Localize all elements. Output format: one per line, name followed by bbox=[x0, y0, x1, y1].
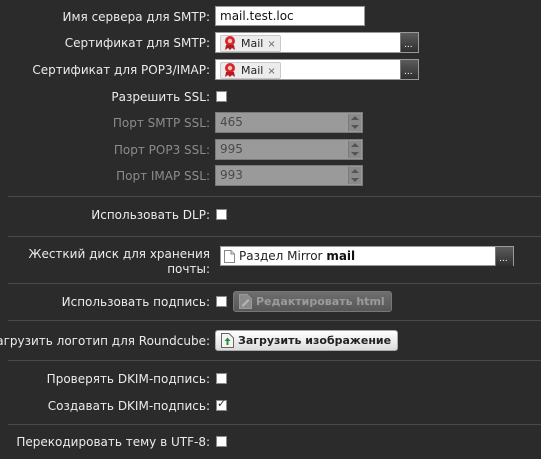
upload-icon bbox=[221, 333, 234, 348]
divider bbox=[8, 320, 541, 321]
upload-image-button[interactable]: Загрузить изображение bbox=[215, 330, 399, 351]
utf8-checkbox[interactable] bbox=[216, 436, 227, 447]
dkim-create-checkbox[interactable]: ✓ bbox=[216, 397, 227, 411]
smtp-ssl-port-row: Порт SMTP SSL: 465 bbox=[0, 112, 541, 134]
divider bbox=[8, 196, 541, 197]
divider bbox=[8, 424, 541, 425]
dots-icon: ... bbox=[404, 67, 413, 77]
signature-label: Использовать подпись: bbox=[61, 295, 210, 309]
dkim-create-label: Создавать DKIM-подпись: bbox=[47, 399, 210, 413]
storage-value-name: mail bbox=[326, 249, 356, 263]
divider bbox=[8, 283, 541, 284]
edit-html-button[interactable]: Редактировать html bbox=[233, 291, 392, 312]
signature-row: Использовать подпись: Редактировать html bbox=[0, 291, 541, 313]
remove-icon[interactable]: × bbox=[267, 66, 275, 77]
logo-label: Загрузить логотип для Roundcube: bbox=[0, 334, 210, 348]
pop-cert-label: Сертификат для POP3/IMAP: bbox=[32, 63, 210, 77]
arrow-up-icon[interactable] bbox=[351, 116, 359, 120]
imap-ssl-port-value: 993 bbox=[220, 168, 243, 182]
utf8-row: Перекодировать тему в UTF-8: bbox=[0, 433, 541, 453]
dots-icon: ... bbox=[499, 254, 508, 264]
certificate-icon bbox=[225, 63, 235, 77]
storage-browse-button[interactable]: ... bbox=[495, 247, 513, 266]
pop-ssl-port-row: Порт POP3 SSL: 995 bbox=[0, 139, 541, 161]
imap-ssl-port-label: Порт IMAP SSL: bbox=[116, 169, 210, 183]
divider bbox=[8, 236, 541, 237]
ssl-label: Разрешить SSL: bbox=[111, 90, 210, 104]
certificate-icon bbox=[225, 36, 235, 50]
utf8-label: Перекодировать тему в UTF-8: bbox=[16, 435, 210, 449]
dkim-verify-row: Проверять DKIM-подпись: bbox=[0, 370, 541, 390]
pop-cert-tag-label: Mail bbox=[241, 64, 264, 77]
arrow-down-icon[interactable] bbox=[351, 178, 359, 182]
ssl-row: Разрешить SSL: bbox=[0, 88, 541, 108]
ssl-checkbox[interactable] bbox=[216, 91, 227, 102]
upload-image-label: Загрузить изображение bbox=[238, 334, 392, 347]
pop-cert-field[interactable]: Mail × ... bbox=[215, 59, 419, 80]
dlp-checkbox[interactable] bbox=[216, 209, 227, 220]
smtp-cert-browse-button[interactable]: ... bbox=[400, 33, 418, 52]
pop-ssl-port-input[interactable]: 995 bbox=[215, 139, 363, 160]
smtp-ssl-port-label: Порт SMTP SSL: bbox=[112, 116, 210, 130]
checkmark-icon: ✓ bbox=[217, 397, 227, 410]
dlp-label: Использовать DLP: bbox=[91, 208, 210, 222]
dkim-create-row: Создавать DKIM-подпись: ✓ bbox=[0, 397, 541, 417]
smtp-cert-label: Сертификат для SMTP: bbox=[64, 36, 210, 50]
smtp-cert-tag: Mail × bbox=[220, 35, 281, 52]
dkim-verify-checkbox[interactable] bbox=[216, 373, 227, 384]
dlp-row: Использовать DLP: bbox=[0, 206, 541, 226]
arrow-down-icon[interactable] bbox=[351, 152, 359, 156]
pop-ssl-port-value: 995 bbox=[220, 142, 243, 156]
smtp-ssl-port-value: 465 bbox=[220, 115, 243, 129]
pop-ssl-port-label: Порт POP3 SSL: bbox=[113, 143, 210, 157]
smtp-server-label: Имя сервера для SMTP: bbox=[62, 10, 210, 24]
smtp-server-input[interactable]: mail.test.loc bbox=[215, 6, 365, 26]
smtp-ssl-port-input[interactable]: 465 bbox=[215, 112, 363, 133]
pop-cert-tag: Mail × bbox=[220, 62, 281, 79]
pop-cert-row: Сертификат для POP3/IMAP: Mail × ... bbox=[0, 59, 541, 81]
smtp-cert-field[interactable]: Mail × ... bbox=[215, 32, 419, 53]
storage-label: Жесткий диск для хранения почты: bbox=[28, 247, 210, 276]
document-icon bbox=[224, 250, 235, 263]
edit-icon bbox=[239, 294, 252, 309]
arrow-up-icon[interactable] bbox=[351, 143, 359, 147]
dkim-verify-label: Проверять DKIM-подпись: bbox=[46, 372, 210, 386]
storage-value-prefix: Раздел Mirror bbox=[239, 249, 327, 263]
dots-icon: ... bbox=[404, 40, 413, 50]
imap-ssl-port-input[interactable]: 993 bbox=[215, 165, 363, 186]
remove-icon[interactable]: × bbox=[267, 39, 275, 50]
imap-ssl-port-row: Порт IMAP SSL: 993 bbox=[0, 165, 541, 187]
arrow-down-icon[interactable] bbox=[351, 125, 359, 129]
smtp-cert-tag-label: Mail bbox=[241, 37, 264, 50]
pop-cert-browse-button[interactable]: ... bbox=[400, 60, 418, 79]
spinner-arrows[interactable] bbox=[348, 167, 361, 184]
edit-html-label: Редактировать html bbox=[256, 295, 385, 308]
smtp-server-row: Имя сервера для SMTP: mail.test.loc bbox=[0, 6, 541, 28]
arrow-up-icon[interactable] bbox=[351, 169, 359, 173]
logo-row: Загрузить логотип для Roundcube: Загрузи… bbox=[0, 330, 541, 352]
smtp-cert-row: Сертификат для SMTP: Mail × ... bbox=[0, 32, 541, 54]
spinner-arrows[interactable] bbox=[348, 114, 361, 131]
storage-field[interactable]: Раздел Mirror mail ... bbox=[220, 246, 514, 266]
spinner-arrows[interactable] bbox=[348, 141, 361, 158]
signature-checkbox[interactable] bbox=[216, 296, 227, 307]
divider bbox=[8, 360, 541, 361]
